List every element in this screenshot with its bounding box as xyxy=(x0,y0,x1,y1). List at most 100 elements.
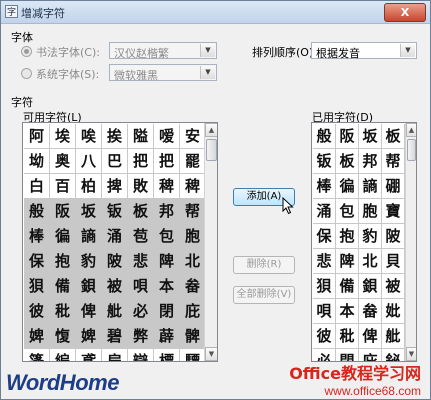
char-cell[interactable]: 胞 xyxy=(180,224,206,249)
char-cell[interactable]: 苞 xyxy=(128,224,154,249)
char-cell[interactable]: 帮 xyxy=(180,199,206,224)
char-cell[interactable]: 編 xyxy=(50,349,76,361)
char-cell[interactable]: 把 xyxy=(128,149,154,174)
char-cell[interactable]: 北 xyxy=(359,249,382,274)
char-cell[interactable]: 篷 xyxy=(24,349,50,361)
char-cell[interactable]: 邦 xyxy=(154,199,180,224)
char-cell[interactable]: 悲 xyxy=(313,249,336,274)
char-cell[interactable]: 悲 xyxy=(128,249,154,274)
char-cell[interactable]: 鋇 xyxy=(359,274,382,299)
scroll-down-icon[interactable]: ▼ xyxy=(406,347,416,361)
char-cell[interactable]: 備 xyxy=(50,274,76,299)
char-cell[interactable]: 徧 xyxy=(50,224,76,249)
char-cell[interactable]: 涌 xyxy=(313,199,336,224)
char-cell[interactable]: 鳶 xyxy=(76,349,102,361)
char-cell[interactable]: 謪 xyxy=(76,224,102,249)
char-cell[interactable]: 白 xyxy=(24,174,50,199)
scroll-up-icon[interactable]: ▲ xyxy=(205,123,217,137)
char-cell[interactable]: 被 xyxy=(382,274,405,299)
char-cell[interactable]: 帮 xyxy=(382,149,405,174)
char-cell[interactable]: 貝 xyxy=(382,249,405,274)
remove-button[interactable]: 删除(R) xyxy=(233,256,295,274)
char-cell[interactable]: 般 xyxy=(313,124,336,149)
char-cell[interactable]: 碧 xyxy=(102,324,128,349)
char-cell[interactable]: 愎 xyxy=(50,324,76,349)
scroll-down-icon[interactable]: ▼ xyxy=(205,347,217,361)
char-cell[interactable]: 俾 xyxy=(359,324,382,349)
char-cell[interactable]: 保 xyxy=(313,224,336,249)
scroll-up-icon[interactable]: ▲ xyxy=(406,123,416,137)
char-cell[interactable]: 狽 xyxy=(313,274,336,299)
char-cell[interactable]: 棒 xyxy=(313,174,336,199)
char-cell[interactable]: 秕 xyxy=(50,299,76,324)
char-cell[interactable]: 寶 xyxy=(382,199,405,224)
char-cell[interactable]: 婢 xyxy=(76,324,102,349)
char-cell[interactable]: 弊 xyxy=(128,324,154,349)
available-chars-scrollbar[interactable]: ▲ ▼ xyxy=(204,123,217,361)
char-cell[interactable]: 俾 xyxy=(76,299,102,324)
char-cell[interactable]: 钣 xyxy=(313,149,336,174)
char-cell[interactable]: 婢 xyxy=(24,324,50,349)
char-cell[interactable]: 包 xyxy=(154,224,180,249)
char-cell[interactable]: 罷 xyxy=(180,149,206,174)
char-cell[interactable]: 板 xyxy=(128,199,154,224)
char-cell[interactable]: 陂 xyxy=(102,249,128,274)
char-cell[interactable]: 钣 xyxy=(102,199,128,224)
char-cell[interactable]: 把 xyxy=(154,149,180,174)
used-chars-scrollbar[interactable]: ▲ ▼ xyxy=(405,123,416,361)
char-cell[interactable]: 棒 xyxy=(24,224,50,249)
char-cell[interactable]: 坂 xyxy=(359,124,382,149)
char-cell[interactable]: 硼 xyxy=(382,174,405,199)
close-button[interactable]: X xyxy=(384,3,426,22)
char-cell[interactable]: 坳 xyxy=(24,149,50,174)
char-cell[interactable]: 被 xyxy=(102,274,128,299)
char-cell[interactable]: 坂 xyxy=(76,199,102,224)
char-cell[interactable]: 奥 xyxy=(50,149,76,174)
char-cell[interactable]: 板 xyxy=(336,149,359,174)
char-cell[interactable]: 扁 xyxy=(102,349,128,361)
char-cell[interactable]: 八 xyxy=(76,149,102,174)
system-font-radio[interactable] xyxy=(21,68,32,79)
char-cell[interactable]: 阿 xyxy=(24,124,50,149)
char-cell[interactable]: 邦 xyxy=(359,149,382,174)
char-cell[interactable]: 畚 xyxy=(359,299,382,324)
sort-order-select[interactable]: 根据发音 ▼ xyxy=(311,42,417,60)
char-cell[interactable]: 稗 xyxy=(154,174,180,199)
char-cell[interactable]: 徧 xyxy=(336,174,359,199)
char-cell[interactable]: 鋇 xyxy=(76,274,102,299)
char-cell[interactable]: 豹 xyxy=(76,249,102,274)
char-cell[interactable]: 般 xyxy=(24,199,50,224)
remove-all-button[interactable]: 全部删除(V) xyxy=(233,286,295,304)
char-cell[interactable]: 彼 xyxy=(24,299,50,324)
char-cell[interactable]: 涌 xyxy=(102,224,128,249)
char-cell[interactable]: 柏 xyxy=(76,174,102,199)
char-cell[interactable]: 陂 xyxy=(382,224,405,249)
char-cell[interactable]: 板 xyxy=(382,124,405,149)
char-cell[interactable]: 妣 xyxy=(382,299,405,324)
char-cell[interactable]: 備 xyxy=(336,274,359,299)
char-cell[interactable]: 巴 xyxy=(102,149,128,174)
char-cell[interactable]: 阪 xyxy=(50,199,76,224)
calligraphy-font-select[interactable]: 汉仪赵楷繁 ▼ xyxy=(109,42,217,60)
char-cell[interactable]: 必 xyxy=(128,299,154,324)
char-cell[interactable]: 挨 xyxy=(102,124,128,149)
char-cell[interactable]: 唉 xyxy=(76,124,102,149)
char-cell[interactable]: 閉 xyxy=(154,299,180,324)
scroll-thumb[interactable] xyxy=(206,139,217,161)
char-cell[interactable]: 狽 xyxy=(24,274,50,299)
char-cell[interactable]: 捭 xyxy=(102,174,128,199)
char-cell[interactable]: 庇 xyxy=(180,299,206,324)
char-cell[interactable]: 安 xyxy=(180,124,206,149)
char-cell[interactable]: 阪 xyxy=(336,124,359,149)
system-font-select[interactable]: 微软雅黑 ▼ xyxy=(109,64,217,82)
char-cell[interactable]: 抱 xyxy=(50,249,76,274)
used-chars-grid[interactable]: 般阪坂板钣板邦帮棒徧謪硼涌包胞寶保抱豹陂悲陴北貝狽備鋇被唄本畚妣彼秕俾舭必閉庇鉍… xyxy=(311,122,417,362)
char-cell[interactable]: 稗 xyxy=(180,174,206,199)
char-cell[interactable]: 保 xyxy=(24,249,50,274)
char-cell[interactable]: 唄 xyxy=(128,274,154,299)
char-cell[interactable]: 髀 xyxy=(180,324,206,349)
char-cell[interactable]: 嗳 xyxy=(154,124,180,149)
char-cell[interactable]: 埃 xyxy=(50,124,76,149)
char-cell[interactable]: 敗 xyxy=(128,174,154,199)
available-chars-grid[interactable]: 阿埃唉挨隘嗳安坳奥八巴把把罷白百柏捭敗稗稗般阪坂钣板邦帮棒徧謪涌苞包胞保抱豹陂悲… xyxy=(22,122,218,362)
